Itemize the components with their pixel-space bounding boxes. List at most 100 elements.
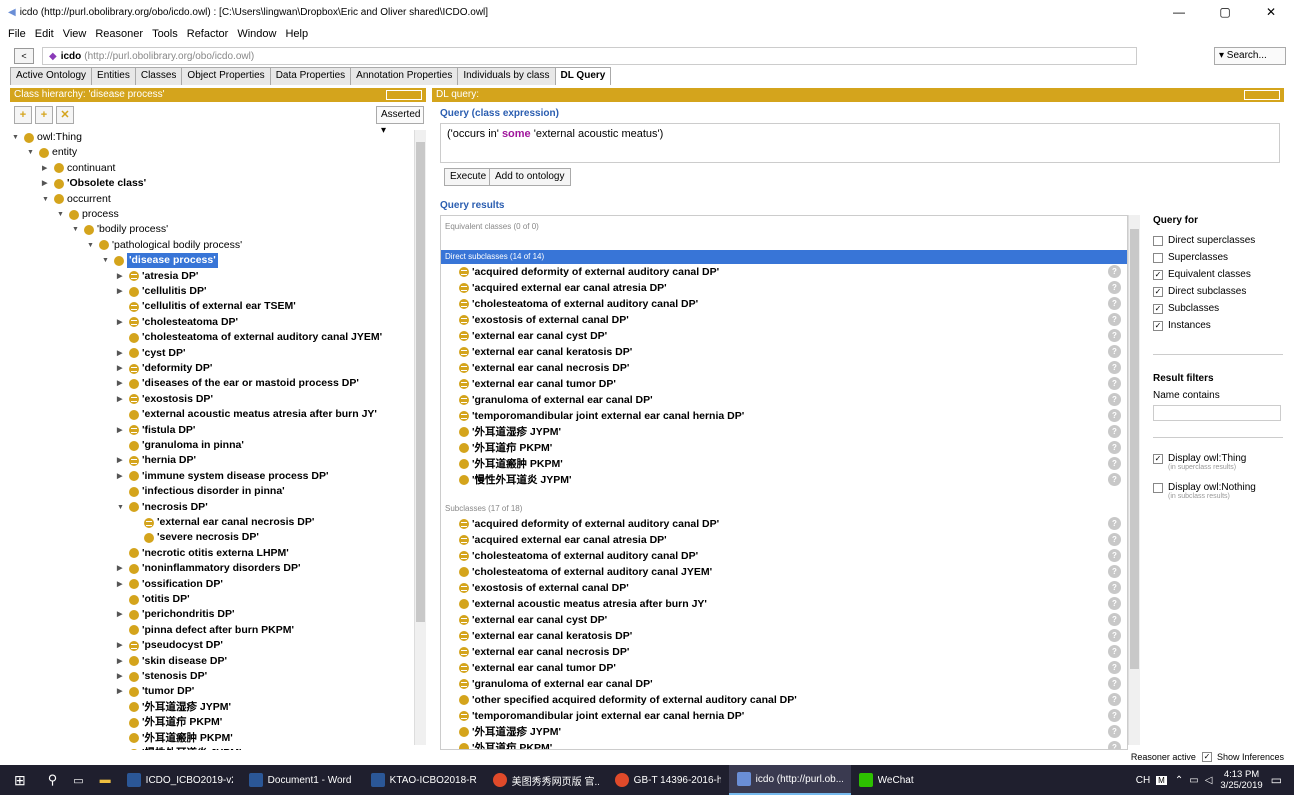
collapsed-arrow-icon[interactable]: ▶ — [117, 392, 127, 407]
menu-item-reasoner[interactable]: Reasoner — [95, 28, 143, 40]
tree-node[interactable]: ▶ 'stenosis DP' — [117, 669, 207, 684]
tab-entities[interactable]: Entities — [91, 67, 136, 85]
tray-arrow-icon[interactable]: ⌃ — [1175, 775, 1183, 786]
tree-node[interactable]: ▶ 'hernia DP' — [117, 453, 196, 468]
result-row[interactable]: 'temporomandibular joint external ear ca… — [459, 708, 1127, 724]
result-row[interactable]: 'acquired deformity of external auditory… — [459, 264, 1127, 280]
name-contains-input[interactable] — [1153, 405, 1281, 421]
explain-icon[interactable]: ? — [1108, 313, 1121, 326]
explain-icon[interactable]: ? — [1108, 725, 1121, 738]
collapsed-arrow-icon[interactable]: ▶ — [117, 669, 127, 684]
network-icon[interactable]: ▭ — [1189, 775, 1198, 786]
tab-active-ontology[interactable]: Active Ontology — [10, 67, 93, 85]
menu-item-edit[interactable]: Edit — [35, 28, 54, 40]
close-button[interactable]: ✕ — [1248, 0, 1294, 24]
explain-icon[interactable]: ? — [1108, 345, 1121, 358]
explain-icon[interactable]: ? — [1108, 613, 1121, 626]
result-row[interactable]: 'granuloma of external ear canal DP'? — [459, 676, 1127, 692]
explain-icon[interactable]: ? — [1108, 297, 1121, 310]
menu-item-help[interactable]: Help — [285, 28, 308, 40]
query-input[interactable]: ('occurs in' some 'external acoustic mea… — [440, 123, 1280, 163]
tree-node[interactable]: 'external acoustic meatus atresia after … — [117, 407, 377, 422]
result-row[interactable]: 'acquired external ear canal atresia DP'… — [459, 280, 1127, 296]
collapsed-arrow-icon[interactable]: ▶ — [117, 376, 127, 391]
tree-node[interactable]: '慢性外耳道炎 JYPM' — [117, 746, 242, 750]
result-row[interactable]: '外耳道疖 PKPM'? — [459, 740, 1127, 749]
tree-node[interactable]: ▼ owl:Thing — [12, 130, 82, 145]
collapsed-arrow-icon[interactable]: ▶ — [117, 638, 127, 653]
taskbar-app[interactable]: icdo (http://purl.ob... — [728, 765, 851, 795]
back-button[interactable]: < — [14, 48, 34, 64]
explain-icon[interactable]: ? — [1108, 281, 1121, 294]
file-explorer-icon[interactable]: ▬ — [92, 765, 119, 795]
explain-icon[interactable]: ? — [1108, 265, 1121, 278]
explain-icon[interactable]: ? — [1108, 629, 1121, 642]
tree-node[interactable]: ▶ 'atresia DP' — [117, 269, 198, 284]
explain-icon[interactable]: ? — [1108, 549, 1121, 562]
tree-node[interactable]: 'cholesteatoma of external auditory cana… — [117, 330, 382, 345]
explain-icon[interactable]: ? — [1108, 441, 1121, 454]
tree-node[interactable]: ▶ 'deformity DP' — [117, 361, 212, 376]
query-option-checkbox[interactable]: ✓ Equivalent classes — [1153, 266, 1283, 283]
tree-node[interactable]: 'infectious disorder in pinna' — [117, 484, 285, 499]
tree-node[interactable]: 'granuloma in pinna' — [117, 438, 244, 453]
collapsed-arrow-icon[interactable]: ▶ — [117, 684, 127, 699]
collapsed-arrow-icon[interactable]: ▶ — [117, 361, 127, 376]
collapsed-arrow-icon[interactable]: ▶ — [117, 284, 127, 299]
tree-node[interactable]: ▼ occurrent — [42, 192, 111, 207]
result-row[interactable]: 'cholesteatoma of external auditory cana… — [459, 564, 1127, 580]
tree-node[interactable]: ▶ 'exostosis DP' — [117, 392, 213, 407]
panel-controls[interactable] — [1244, 90, 1280, 100]
tree-node[interactable]: 'pinna defect after burn PKPM' — [117, 623, 294, 638]
tree-node[interactable]: ▶ 'tumor DP' — [117, 684, 194, 699]
tree-node[interactable]: '外耳道湿疹 JYPM' — [117, 700, 231, 715]
tree-node[interactable]: ▶ continuant — [42, 161, 115, 176]
explain-icon[interactable]: ? — [1108, 409, 1121, 422]
query-option-checkbox[interactable]: Superclasses — [1153, 249, 1283, 266]
taskbar-app[interactable]: WeChat — [851, 765, 973, 795]
result-row[interactable]: '外耳道湿疹 JYPM'? — [459, 424, 1127, 440]
tree-node[interactable]: '外耳道疖 PKPM' — [117, 715, 222, 730]
result-row[interactable]: 'exostosis of external canal DP'? — [459, 312, 1127, 328]
explain-icon[interactable]: ? — [1108, 645, 1121, 658]
expanded-arrow-icon[interactable]: ▼ — [102, 253, 112, 268]
result-row[interactable]: 'granuloma of external ear canal DP'? — [459, 392, 1127, 408]
collapsed-arrow-icon[interactable]: ▶ — [117, 654, 127, 669]
explain-icon[interactable]: ? — [1108, 693, 1121, 706]
tab-data-properties[interactable]: Data Properties — [269, 67, 352, 85]
add-to-ontology-button[interactable]: Add to ontology — [489, 168, 571, 186]
menu-item-file[interactable]: File — [8, 28, 26, 40]
show-inferences-checkbox[interactable]: ✓ — [1201, 752, 1212, 762]
collapsed-arrow-icon[interactable]: ▶ — [117, 423, 127, 438]
result-row[interactable]: 'acquired deformity of external auditory… — [459, 516, 1127, 532]
explain-icon[interactable]: ? — [1108, 425, 1121, 438]
result-row[interactable]: 'external ear canal cyst DP'? — [459, 328, 1127, 344]
query-option-checkbox[interactable]: ✓ Subclasses — [1153, 300, 1283, 317]
query-option-checkbox[interactable]: ✓ Instances — [1153, 317, 1283, 334]
tree-node[interactable]: ▼ entity — [27, 145, 77, 160]
tree-node[interactable]: ▶ 'pseudocyst DP' — [117, 638, 223, 653]
notifications-icon[interactable]: ▭ — [1271, 773, 1282, 787]
tree-node[interactable]: ▶ 'skin disease DP' — [117, 654, 227, 669]
taskbar-app[interactable]: 美图秀秀网页版 官... — [485, 765, 607, 795]
asserted-dropdown[interactable]: Asserted ▾ — [376, 106, 424, 136]
expanded-arrow-icon[interactable]: ▼ — [27, 145, 37, 160]
taskbar-app[interactable]: Document1 - Word — [241, 765, 363, 795]
add-subclass-button[interactable]: + — [14, 106, 32, 124]
result-row[interactable]: '慢性外耳道炎 JYPM'? — [459, 472, 1127, 488]
taskbar-app[interactable]: ICDO_ICBO2019-v2... — [119, 765, 241, 795]
taskbar-app[interactable]: GB-T 14396-2016-h... — [607, 765, 729, 795]
result-row[interactable]: 'cholesteatoma of external auditory cana… — [459, 296, 1127, 312]
menu-item-view[interactable]: View — [63, 28, 87, 40]
result-row[interactable]: 'external ear canal tumor DP'? — [459, 660, 1127, 676]
tree-node[interactable]: ▼ process — [57, 207, 119, 222]
tree-node[interactable]: ▶ 'Obsolete class' — [42, 176, 146, 191]
panel-controls[interactable] — [386, 90, 422, 100]
explain-icon[interactable]: ? — [1108, 565, 1121, 578]
expanded-arrow-icon[interactable]: ▼ — [12, 130, 22, 145]
query-option-checkbox[interactable]: ✓ Direct subclasses — [1153, 283, 1283, 300]
tree-node[interactable]: ▶ 'cholesteatoma DP' — [117, 315, 238, 330]
collapsed-arrow-icon[interactable]: ▶ — [117, 453, 127, 468]
result-row[interactable]: 'external ear canal cyst DP'? — [459, 612, 1127, 628]
tree-node[interactable]: ▶ 'noninflammatory disorders DP' — [117, 561, 300, 576]
